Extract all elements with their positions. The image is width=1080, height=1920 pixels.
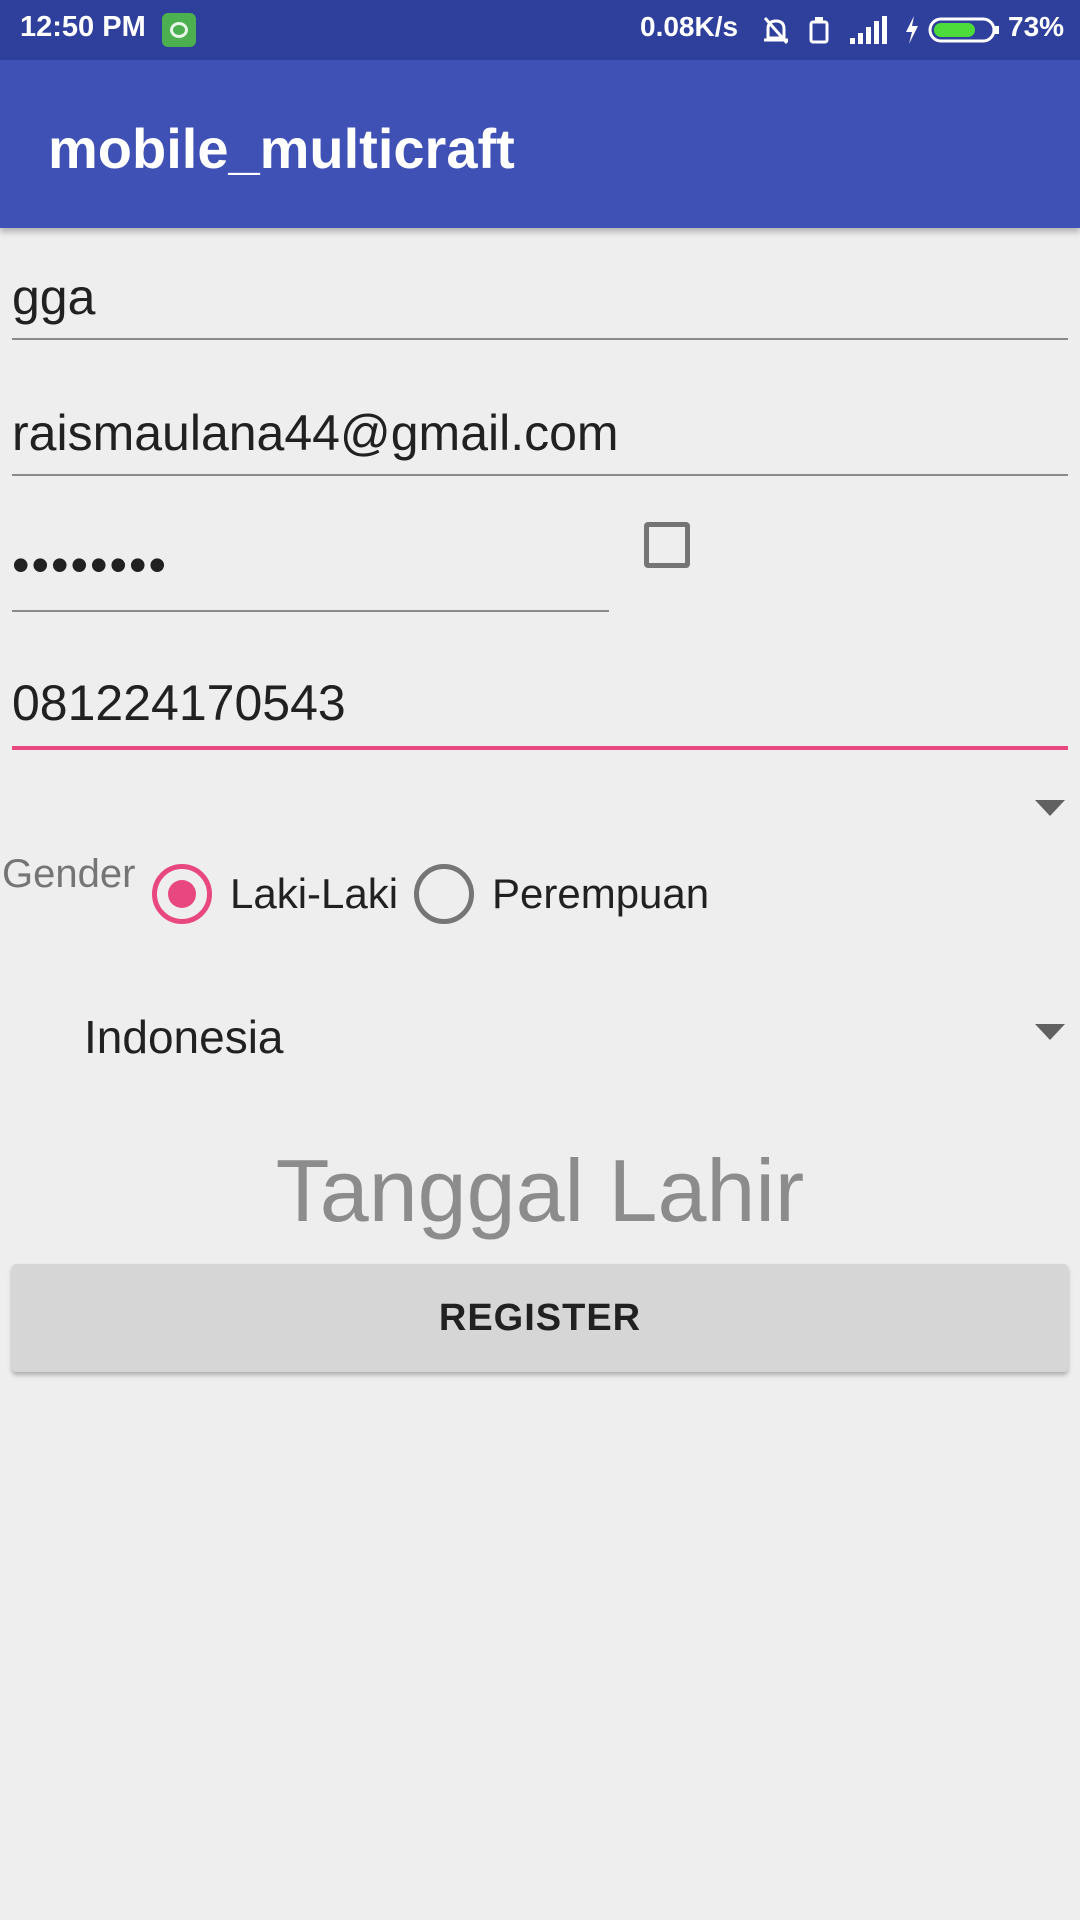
email-value: raismaulana44@gmail.com	[12, 405, 619, 461]
silent-bell-icon	[763, 17, 789, 44]
battery-icon	[928, 17, 999, 43]
country-spinner-value[interactable]: Indonesia	[84, 1010, 284, 1064]
phone-value: 081224170543	[12, 675, 346, 731]
signal-icon	[850, 16, 887, 44]
email-underline	[12, 474, 1068, 476]
spinner-dropdown-icon[interactable]	[1035, 800, 1065, 816]
app-bar: mobile_multicraft	[0, 60, 1080, 228]
app-title: mobile_multicraft	[48, 117, 515, 180]
register-button[interactable]: REGISTER	[12, 1264, 1068, 1372]
password-underline	[12, 610, 609, 612]
radio-perempuan[interactable]	[414, 864, 474, 924]
charging-icon	[906, 16, 918, 44]
radio-label-perempuan[interactable]: Perempuan	[492, 870, 709, 918]
radio-label-laki-laki[interactable]: Laki-Laki	[230, 870, 398, 918]
phone-underline	[12, 746, 1068, 750]
network-speed: 0.08K/s	[640, 11, 739, 42]
battery-percent: 73%	[1008, 11, 1065, 42]
vibrate-icon	[809, 17, 829, 44]
username-field[interactable]: gga	[12, 262, 1068, 340]
status-bar: 12:50 PM 0.08K/s 73%	[0, 0, 1080, 60]
password-value: ••••••••	[12, 537, 169, 593]
status-time: 12:50 PM	[20, 11, 146, 43]
phone-field[interactable]: 081224170543	[12, 670, 1068, 750]
username-value: gga	[12, 269, 96, 325]
password-field[interactable]: ••••••••	[12, 534, 609, 612]
gender-label: Gender	[2, 852, 136, 896]
app-notification-icon	[162, 13, 196, 47]
radio-laki-laki[interactable]	[152, 864, 212, 924]
dob-label[interactable]: Tanggal Lahir	[0, 1140, 1080, 1242]
email-field[interactable]: raismaulana44@gmail.com	[12, 398, 1068, 476]
show-password-checkbox[interactable]	[644, 522, 690, 568]
country-dropdown-icon[interactable]	[1035, 1024, 1065, 1040]
username-underline	[12, 338, 1068, 340]
